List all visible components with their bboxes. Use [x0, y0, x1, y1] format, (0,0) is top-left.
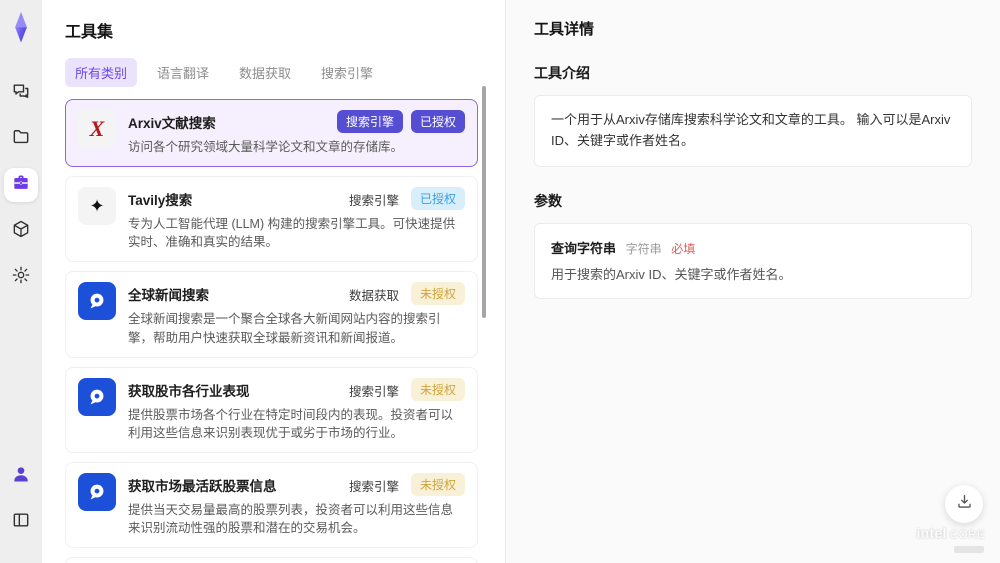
app-logo-icon [7, 11, 35, 43]
intro-box: 一个用于从Arxiv存储库搜索科学论文和文章的工具。 输入可以是Arxiv ID… [534, 95, 972, 167]
news-globe-icon [78, 282, 116, 321]
sidebar-item-chat[interactable] [4, 76, 38, 110]
tool-card-global-news[interactable]: 全球新闻搜索 数据获取 未授权 全球新闻搜索是一个聚合全球各大新闻网站内容的搜索… [65, 271, 478, 358]
tool-description: 提供当天交易量最高的股票列表，投资者可以利用这些信息来识别流动性强的股票和潜在的… [128, 502, 454, 535]
arxiv-x-icon: X [78, 110, 116, 148]
tool-name: Arxiv文献搜索 [128, 116, 216, 131]
gear-icon [11, 265, 31, 290]
details-title: 工具详情 [534, 21, 595, 38]
tool-card-most-active-stocks[interactable]: 获取市场最活跃股票信息 搜索引擎 未授权 提供当天交易量最高的股票列表，投资者可… [65, 461, 478, 549]
brand-core: CORE [949, 529, 986, 541]
download-icon [955, 492, 974, 516]
tool-card-list: X Arxiv文献搜索 搜索引擎 已授权 访问各个研究领域大量科学论文和文章的存… [65, 99, 478, 563]
intro-heading: 工具介绍 [534, 65, 590, 81]
category-label: 搜索引擎 [348, 194, 399, 209]
download-button[interactable] [945, 485, 983, 523]
stock-data-icon [78, 377, 116, 416]
category-label: 数据获取 [348, 289, 399, 304]
category-tabs: 所有类别 语言翻译 数据获取 搜索引擎 [65, 58, 478, 87]
auth-status-badge: 已授权 [410, 110, 465, 133]
tool-name: 获取市场最活跃股票信息 [128, 478, 277, 494]
sidebar-item-files[interactable] [4, 122, 38, 156]
tool-description: 提供股票市场各个行业在特定时间段内的表现。投资者可以利用这些信息来识别表现优于或… [128, 407, 454, 440]
sidebar-item-collapse[interactable] [4, 505, 38, 539]
cube-icon [11, 219, 31, 244]
tool-name: 获取股市各行业表现 [128, 383, 250, 399]
tool-details-panel: 工具详情 工具介绍 一个用于从Arxiv存储库搜索科学论文和文章的工具。 输入可… [505, 0, 1000, 563]
tool-description: 专为人工智能代理 (LLM) 构建的搜索引擎工具。可快速提供实时、准确和真实的结… [128, 217, 456, 250]
param-type: 字符串 [625, 241, 662, 256]
page-title: 工具集 [65, 24, 114, 41]
chat-icon [11, 81, 31, 106]
tab-all-categories[interactable]: 所有类别 [65, 58, 138, 87]
parameter-box: 查询字符串 字符串 必填 用于搜索的Arxiv ID、关键字或作者姓名。 [534, 222, 972, 300]
category-badge: 搜索引擎 [336, 110, 403, 133]
collapse-panel-icon [11, 510, 31, 535]
auth-status-badge: 已授权 [410, 187, 465, 211]
tool-card-tavily[interactable]: ✦ Tavily搜索 搜索引擎 已授权 专为人工智能代理 (LLM) 构建的搜索… [65, 176, 478, 263]
tab-language-translation[interactable]: 语言翻译 [147, 58, 219, 87]
param-name: 查询字符串 [551, 240, 617, 256]
auth-status-badge: 未授权 [410, 377, 465, 401]
tool-name: 全球新闻搜索 [128, 288, 209, 304]
briefcase-icon [11, 173, 31, 198]
tool-card-arxiv[interactable]: X Arxiv文献搜索 搜索引擎 已授权 访问各个研究领域大量科学论文和文章的存… [65, 99, 478, 168]
auth-status-badge: 未授权 [410, 472, 465, 496]
category-label: 搜索引擎 [348, 479, 399, 494]
tab-data-fetch[interactable]: 数据获取 [229, 58, 301, 87]
tool-name: Tavily搜索 [128, 193, 193, 209]
tool-card-sector-performance[interactable]: 获取股市各行业表现 搜索引擎 未授权 提供股票市场各个行业在特定时间段内的表现。… [65, 366, 478, 453]
sidebar-item-toolbox[interactable] [4, 168, 38, 202]
avatar-icon [11, 464, 31, 489]
sidebar [0, 0, 42, 563]
param-description: 用于搜索的Arxiv ID、关键字或作者姓名。 [551, 266, 792, 282]
sparkle-icon: ✦ [78, 187, 116, 226]
category-label: 搜索引擎 [348, 384, 399, 399]
auth-status-badge: 未授权 [410, 282, 465, 306]
tool-card-regional-news[interactable]: 万维地区新闻查询 搜索引擎 未授权 查询具体行政区划内的新闻，快速了解各地新闻动 [65, 557, 478, 563]
tools-list-panel: 工具集 所有类别 语言翻译 数据获取 搜索引擎 X Arxiv文献搜索 搜索引擎… [42, 0, 505, 563]
brand-intel: intel [916, 525, 947, 541]
sidebar-item-settings[interactable] [4, 260, 38, 294]
stock-data-icon [78, 472, 116, 511]
intro-text: 一个用于从Arxiv存储库搜索科学论文和文章的工具。 输入可以是Arxiv ID… [551, 112, 951, 148]
folder-icon [11, 127, 31, 152]
tab-search-engine[interactable]: 搜索引擎 [311, 58, 383, 87]
sidebar-item-account[interactable] [4, 459, 38, 493]
intel-core-logo: intel CORE [912, 526, 990, 553]
params-heading: 参数 [534, 192, 562, 209]
param-required-badge: 必填 [671, 241, 696, 256]
tool-description: 访问各个研究领域大量科学论文和文章的存储库。 [128, 140, 404, 154]
sidebar-item-plugins[interactable] [4, 214, 38, 248]
app-window: 工具集 所有类别 语言翻译 数据获取 搜索引擎 X Arxiv文献搜索 搜索引擎… [0, 0, 1000, 563]
list-scrollbar[interactable] [482, 86, 486, 318]
intel-core-sub-badge [954, 546, 984, 553]
tool-description: 全球新闻搜索是一个聚合全球各大新闻网站内容的搜索引擎，帮助用户快速获取全球最新资… [128, 312, 441, 345]
